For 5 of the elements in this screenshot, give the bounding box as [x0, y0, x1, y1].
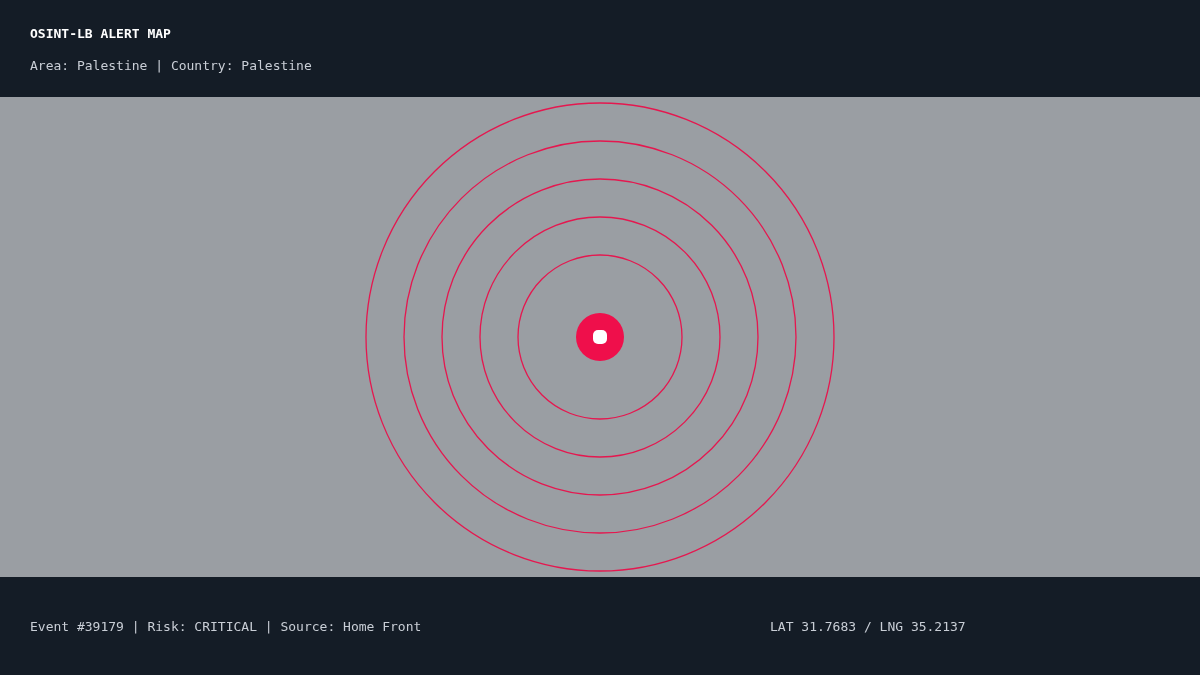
event-info-text: Event #39179 | Risk: CRITICAL | Source: Home Front	[30, 618, 423, 634]
coordinates-text: LAT 31.7683 / LNG 35.2137	[770, 618, 967, 634]
alert-marker-icon	[576, 313, 624, 361]
location-text: Area: Palestine | Country: Palestine	[30, 58, 313, 73]
app-title: OSINT-LB ALERT MAP	[30, 26, 172, 41]
